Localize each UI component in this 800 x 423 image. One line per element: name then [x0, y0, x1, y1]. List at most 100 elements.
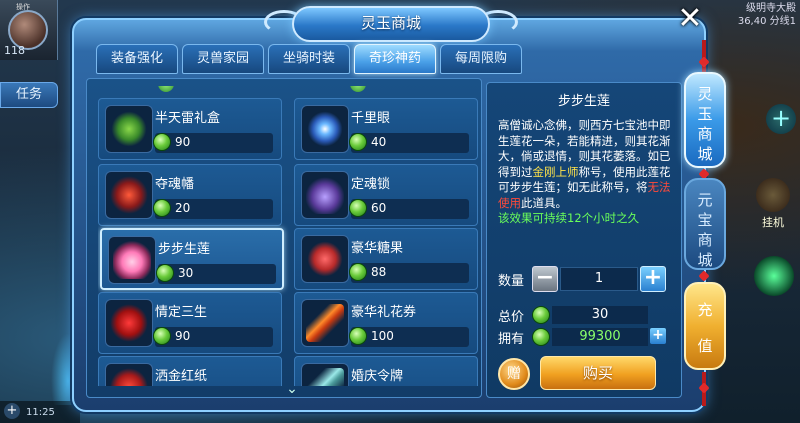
tab-char: 玉	[697, 105, 713, 123]
hud-operation-label: 操作	[16, 3, 30, 11]
item-description: 高僧诚心念佛，则西方七宝池中即生莲花一朵，若能精进，则其花渐大，倘或退情，则其花…	[498, 118, 676, 238]
quantity-input[interactable]: 1	[560, 267, 638, 291]
item-price: 30	[178, 266, 194, 280]
banner-icon	[105, 171, 153, 219]
tab-char: 灵	[697, 85, 713, 103]
map-location-info: 级明寺大殿 36,40 分线1	[700, 0, 800, 36]
lock-icon	[301, 171, 349, 219]
tab-recharge[interactable]: 充 值	[684, 282, 726, 370]
quantity-plus-button[interactable]: +	[640, 266, 666, 292]
currency-coin-icon	[532, 306, 550, 324]
partially-visible-row	[98, 86, 480, 96]
price-bar	[351, 327, 469, 347]
price-bar	[351, 263, 469, 283]
item-name: 婚庆令牌	[351, 369, 404, 384]
currency-coin-icon	[158, 86, 174, 92]
auto-battle-label: 挂机	[762, 216, 784, 229]
shop-item[interactable]: 千里眼 40	[294, 98, 478, 160]
map-coordinates: 36,40 分线1	[737, 16, 796, 27]
item-price: 90	[175, 329, 191, 343]
tab-char: 商	[697, 125, 713, 143]
item-name: 半天雷礼盒	[155, 111, 221, 126]
item-grid[interactable]: 半天雷礼盒 90 千里眼 40 夺魂幡 20 定魂锁 60 步步生莲 30 豪华…	[98, 86, 480, 386]
item-price: 90	[175, 135, 191, 149]
tab-mount-fashion[interactable]: 坐骑时装	[268, 44, 350, 74]
recharge-plus-button[interactable]: +	[650, 328, 666, 344]
auto-battle-button[interactable]: 挂机	[748, 178, 798, 230]
task-button[interactable]: 任务	[0, 82, 58, 108]
firework-icon	[301, 299, 349, 347]
buy-button[interactable]: 购买	[540, 356, 656, 390]
item-name: 豪华糖果	[351, 241, 404, 256]
leaf-gift-icon	[105, 105, 153, 153]
shop-item[interactable]: 夺魂幡 20	[98, 164, 282, 226]
quantity-label: 数量	[498, 274, 525, 289]
item-price: 20	[175, 201, 191, 215]
shop-item[interactable]: 半天雷礼盒 90	[98, 98, 282, 160]
shop-item[interactable]: 豪华糖果 88	[294, 228, 478, 290]
tab-pet-home[interactable]: 灵兽家园	[182, 44, 264, 74]
price-bar	[155, 133, 273, 153]
required-title-highlight: 金刚上师	[532, 164, 579, 179]
item-price: 100	[371, 329, 394, 343]
shop-item[interactable]: 定魂锁 60	[294, 164, 478, 226]
currency-coin-icon	[156, 264, 174, 282]
tab-equipment-enhance[interactable]: 装备强化	[96, 44, 178, 74]
close-icon[interactable]: ✕	[674, 4, 706, 36]
description-text: 此道具。	[521, 195, 567, 210]
item-name: 定魂锁	[351, 177, 391, 192]
chat-plus-icon[interactable]: +	[4, 403, 20, 419]
shop-item-selected[interactable]: 步步生莲 30	[100, 228, 284, 290]
red-paper-icon	[105, 363, 153, 386]
player-level: 118	[4, 44, 25, 57]
item-price: 88	[371, 265, 387, 279]
dialog-title: 灵玉商城	[292, 6, 490, 42]
currency-coin-icon	[350, 86, 366, 92]
scroll-down-chevron-icon[interactable]: ⌄	[282, 382, 302, 396]
tab-rare-medicine[interactable]: 奇珍神药	[354, 44, 436, 74]
detail-item-title: 步步生莲	[557, 94, 610, 109]
shop-item[interactable]: 情定三生 90	[98, 292, 282, 354]
tablet-icon	[301, 363, 349, 386]
tab-char: 宝	[697, 211, 713, 229]
gift-button[interactable]: 赠	[498, 358, 530, 390]
tab-char: 值	[697, 337, 713, 355]
item-name: 夺魂幡	[155, 177, 195, 192]
tab-lingyu-mall[interactable]: 灵 玉 商 城	[684, 72, 726, 168]
tab-char: 充	[697, 301, 713, 319]
map-name: 级明寺大殿	[746, 3, 796, 14]
skill-orb-icon[interactable]	[754, 256, 794, 296]
tab-weekly-limited[interactable]: 每周限购	[440, 44, 522, 74]
lotus-icon	[108, 236, 156, 284]
currency-coin-icon	[153, 133, 171, 151]
shop-item[interactable]: 洒金红纸	[98, 356, 282, 386]
item-price: 40	[371, 135, 387, 149]
shop-item[interactable]: 婚庆令牌	[294, 356, 478, 386]
eye-orb-icon	[301, 105, 349, 153]
item-name: 千里眼	[351, 111, 391, 126]
currency-coin-icon	[349, 327, 367, 345]
expand-plus-icon[interactable]: +	[766, 104, 796, 134]
effect-duration-text: 该效果可持续12个小时之久	[498, 211, 640, 225]
price-bar	[155, 199, 273, 219]
tab-yuanbao-mall[interactable]: 元 宝 商 城	[684, 178, 726, 270]
shop-item[interactable]: 豪华礼花券 100	[294, 292, 478, 354]
candy-icon	[301, 235, 349, 283]
tab-char: 城	[697, 251, 713, 269]
tab-char: 商	[697, 231, 713, 249]
love-knot-icon	[105, 299, 153, 347]
currency-coin-icon	[349, 133, 367, 151]
item-name: 步步生莲	[158, 242, 211, 257]
item-name: 情定三生	[155, 305, 208, 320]
currency-coin-icon	[532, 328, 550, 346]
item-name: 洒金红纸	[155, 369, 208, 384]
player-portrait-panel[interactable]: 操作 118	[0, 0, 58, 60]
price-bar	[158, 264, 276, 284]
clock-time: 11:25	[26, 407, 55, 418]
total-price-label: 总价	[498, 310, 525, 325]
currency-coin-icon	[153, 199, 171, 217]
quantity-minus-button[interactable]: −	[532, 266, 558, 292]
price-bar	[155, 327, 273, 347]
currency-coin-icon	[349, 199, 367, 217]
owned-label: 拥有	[498, 332, 525, 347]
